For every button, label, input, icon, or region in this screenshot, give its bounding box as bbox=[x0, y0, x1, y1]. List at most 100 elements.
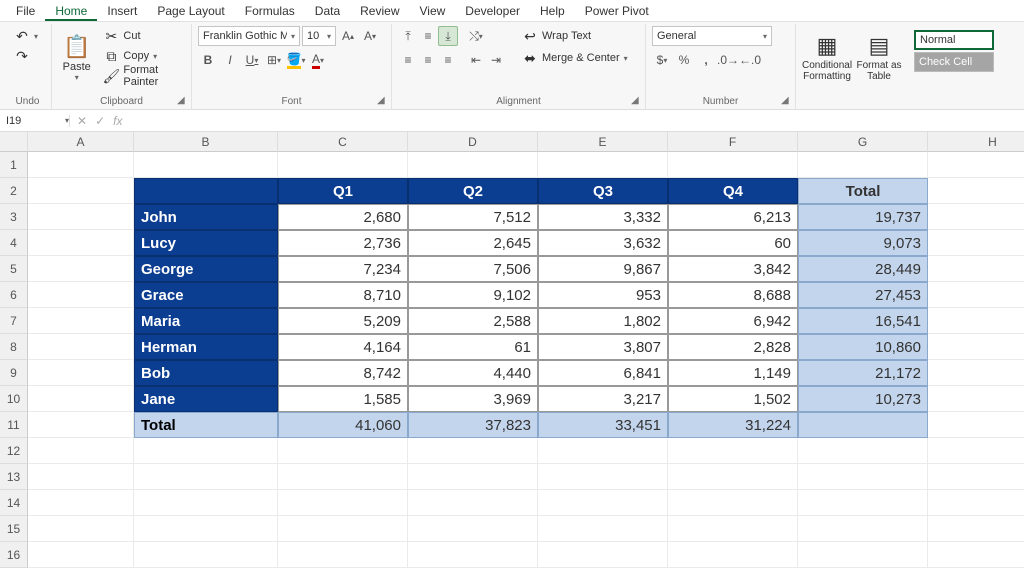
row-header[interactable]: 2 bbox=[0, 178, 28, 204]
empty-cell[interactable] bbox=[928, 334, 1024, 360]
empty-cell[interactable] bbox=[538, 516, 668, 542]
tab-page-layout[interactable]: Page Layout bbox=[147, 2, 234, 21]
empty-cell[interactable] bbox=[28, 412, 134, 438]
data-cell[interactable]: 3,807 bbox=[538, 334, 668, 360]
undo-button[interactable]: ↶▾ bbox=[10, 26, 42, 46]
empty-cell[interactable] bbox=[408, 490, 538, 516]
data-cell[interactable]: 61 bbox=[408, 334, 538, 360]
data-cell[interactable]: 6,841 bbox=[538, 360, 668, 386]
row-header[interactable]: 10 bbox=[0, 386, 28, 412]
style-check-cell[interactable]: Check Cell bbox=[914, 52, 994, 72]
formula-input[interactable] bbox=[129, 110, 1024, 131]
align-top-button[interactable]: ⤒ bbox=[398, 26, 418, 46]
empty-cell[interactable] bbox=[278, 516, 408, 542]
format-painter-button[interactable]: 🖌Format Painter bbox=[99, 66, 185, 86]
data-cell[interactable]: 3,332 bbox=[538, 204, 668, 230]
data-cell[interactable]: 6,942 bbox=[668, 308, 798, 334]
tab-help[interactable]: Help bbox=[530, 2, 575, 21]
data-cell[interactable]: 4,440 bbox=[408, 360, 538, 386]
empty-cell[interactable] bbox=[798, 542, 928, 568]
italic-button[interactable]: I bbox=[220, 50, 240, 70]
data-cell[interactable]: 9,102 bbox=[408, 282, 538, 308]
empty-cell[interactable] bbox=[668, 516, 798, 542]
empty-cell[interactable] bbox=[134, 152, 278, 178]
bold-button[interactable]: B bbox=[198, 50, 218, 70]
empty-cell[interactable] bbox=[278, 152, 408, 178]
data-cell[interactable]: 1,585 bbox=[278, 386, 408, 412]
paste-button[interactable]: 📋 Paste ▾ bbox=[58, 26, 95, 88]
empty-cell[interactable] bbox=[408, 152, 538, 178]
data-cell[interactable]: 1,149 bbox=[668, 360, 798, 386]
empty-cell[interactable] bbox=[278, 490, 408, 516]
style-normal[interactable]: Normal bbox=[914, 30, 994, 50]
align-center-button[interactable]: ≡ bbox=[418, 50, 438, 70]
empty-cell[interactable] bbox=[28, 490, 134, 516]
empty-cell[interactable] bbox=[928, 178, 1024, 204]
alignment-launcher[interactable]: ◢ bbox=[631, 95, 643, 107]
copy-button[interactable]: ⧉Copy▾ bbox=[99, 46, 185, 66]
empty-cell[interactable] bbox=[668, 464, 798, 490]
tab-view[interactable]: View bbox=[410, 2, 456, 21]
name-box[interactable]: I19▾ bbox=[0, 115, 70, 127]
empty-cell[interactable] bbox=[538, 490, 668, 516]
tab-file[interactable]: File bbox=[6, 2, 45, 21]
empty-cell[interactable] bbox=[668, 490, 798, 516]
data-cell[interactable]: 3,217 bbox=[538, 386, 668, 412]
tab-power-pivot[interactable]: Power Pivot bbox=[575, 2, 659, 21]
clipboard-launcher[interactable]: ◢ bbox=[177, 95, 189, 107]
empty-cell[interactable] bbox=[798, 438, 928, 464]
empty-cell[interactable] bbox=[134, 490, 278, 516]
empty-cell[interactable] bbox=[928, 516, 1024, 542]
empty-cell[interactable] bbox=[798, 152, 928, 178]
empty-cell[interactable] bbox=[134, 464, 278, 490]
comma-button[interactable]: , bbox=[696, 50, 716, 70]
empty-cell[interactable] bbox=[928, 386, 1024, 412]
data-cell[interactable]: 4,164 bbox=[278, 334, 408, 360]
empty-cell[interactable] bbox=[668, 152, 798, 178]
empty-cell[interactable] bbox=[28, 152, 134, 178]
row-header[interactable]: 3 bbox=[0, 204, 28, 230]
data-cell[interactable]: 60 bbox=[668, 230, 798, 256]
font-launcher[interactable]: ◢ bbox=[377, 95, 389, 107]
increase-font-button[interactable]: A▴ bbox=[338, 26, 358, 46]
data-cell[interactable]: 2,645 bbox=[408, 230, 538, 256]
empty-cell[interactable] bbox=[28, 334, 134, 360]
empty-cell[interactable] bbox=[798, 490, 928, 516]
empty-cell[interactable] bbox=[408, 542, 538, 568]
empty-cell[interactable] bbox=[538, 438, 668, 464]
empty-cell[interactable] bbox=[928, 360, 1024, 386]
empty-cell[interactable] bbox=[28, 256, 134, 282]
data-cell[interactable]: 9,867 bbox=[538, 256, 668, 282]
format-as-table-button[interactable]: ▤ Format as Table bbox=[856, 26, 902, 88]
percent-button[interactable]: % bbox=[674, 50, 694, 70]
empty-cell[interactable] bbox=[928, 204, 1024, 230]
row-header[interactable]: 8 bbox=[0, 334, 28, 360]
data-cell[interactable]: 3,969 bbox=[408, 386, 538, 412]
empty-cell[interactable] bbox=[28, 516, 134, 542]
empty-cell[interactable] bbox=[928, 464, 1024, 490]
empty-cell[interactable] bbox=[28, 386, 134, 412]
empty-cell[interactable] bbox=[668, 542, 798, 568]
empty-cell[interactable] bbox=[538, 464, 668, 490]
font-color-button[interactable]: A▾ bbox=[308, 50, 328, 70]
row-header[interactable]: 14 bbox=[0, 490, 28, 516]
font-name-combo[interactable]: Franklin Gothic Me▾ bbox=[198, 26, 300, 46]
redo-button[interactable]: ↷ bbox=[10, 46, 42, 66]
conditional-formatting-button[interactable]: ▦ Conditional Formatting bbox=[802, 26, 852, 88]
empty-cell[interactable] bbox=[928, 412, 1024, 438]
column-header[interactable]: C bbox=[278, 132, 408, 152]
column-header[interactable]: F bbox=[668, 132, 798, 152]
tab-review[interactable]: Review bbox=[350, 2, 409, 21]
fb-cancel-icon[interactable]: ✕ bbox=[74, 114, 90, 128]
merge-center-button[interactable]: ⬌Merge & Center▾ bbox=[518, 48, 632, 68]
data-cell[interactable]: 8,742 bbox=[278, 360, 408, 386]
data-cell[interactable]: 1,802 bbox=[538, 308, 668, 334]
fb-confirm-icon[interactable]: ✓ bbox=[92, 114, 108, 128]
empty-cell[interactable] bbox=[408, 438, 538, 464]
align-right-button[interactable]: ≡ bbox=[438, 50, 458, 70]
data-cell[interactable]: 3,632 bbox=[538, 230, 668, 256]
empty-cell[interactable] bbox=[928, 490, 1024, 516]
column-header[interactable]: E bbox=[538, 132, 668, 152]
empty-cell[interactable] bbox=[28, 464, 134, 490]
empty-cell[interactable] bbox=[668, 438, 798, 464]
